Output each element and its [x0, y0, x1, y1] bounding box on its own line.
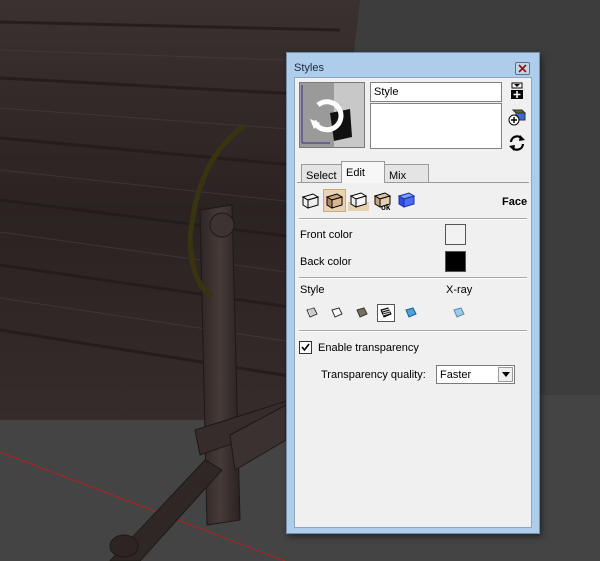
- hidden-line-icon: [331, 307, 343, 318]
- face-settings-icon: [325, 193, 344, 209]
- xray-button[interactable]: [450, 304, 468, 322]
- tab-edit-label: Edit: [346, 167, 365, 179]
- edge-settings-button[interactable]: [299, 189, 322, 212]
- tab-divider: [297, 182, 529, 183]
- wireframe-icon: [306, 307, 318, 318]
- xray-label: X-ray: [446, 284, 473, 296]
- create-new-style-icon[interactable]: [508, 82, 526, 100]
- tab-edit[interactable]: Edit: [341, 161, 385, 183]
- shaded-with-textures-icon: [380, 307, 392, 318]
- hidden-line-button[interactable]: [328, 304, 346, 322]
- svg-text:ok: ok: [381, 203, 391, 211]
- shaded-button[interactable]: [353, 304, 371, 322]
- styles-window: Styles Style Select Edit Mix ok Face Fro…: [286, 52, 540, 534]
- edge-settings-icon: [301, 193, 320, 209]
- face-settings-button[interactable]: [323, 189, 346, 212]
- divider: [299, 277, 527, 279]
- shaded-icon: [356, 307, 368, 318]
- dropdown-button[interactable]: [498, 367, 513, 382]
- front-color-label: Front color: [300, 229, 353, 241]
- front-color-swatch[interactable]: [445, 224, 466, 245]
- refresh-icon[interactable]: [508, 134, 526, 152]
- watermark-settings-icon: ok: [373, 192, 392, 212]
- close-button[interactable]: [515, 62, 530, 75]
- transparency-quality-value: Faster: [440, 369, 472, 381]
- modeling-settings-icon: [397, 192, 416, 208]
- divider: [299, 218, 527, 220]
- style-name-input[interactable]: [370, 82, 502, 102]
- divider: [299, 330, 527, 332]
- modeling-settings-button[interactable]: [395, 189, 418, 212]
- tab-mix[interactable]: Mix: [384, 164, 429, 183]
- style-label: Style: [300, 284, 325, 296]
- window-title: Styles: [294, 62, 324, 74]
- enable-transparency-checkbox[interactable]: [299, 341, 312, 354]
- section-title: Face: [502, 196, 528, 208]
- update-style-with-changes-icon[interactable]: [508, 108, 526, 126]
- tab-mix-label: Mix: [389, 170, 407, 182]
- watermark-settings-button[interactable]: ok: [371, 189, 394, 212]
- style-description-field[interactable]: [370, 103, 502, 149]
- checkmark-icon: [301, 343, 310, 352]
- background-settings-button[interactable]: [347, 189, 370, 212]
- wireframe-button[interactable]: [303, 304, 321, 322]
- shaded-using-all-same-button[interactable]: [402, 304, 420, 322]
- styles-panel: Select Edit Mix: [294, 77, 532, 528]
- enable-transparency-label: Enable transparency: [318, 342, 419, 354]
- background-settings-icon: [348, 192, 369, 211]
- back-color-swatch[interactable]: [445, 251, 466, 272]
- back-color-label: Back color: [300, 256, 352, 268]
- chevron-down-icon: [502, 372, 510, 377]
- tab-select-label: Select: [306, 170, 337, 182]
- style-preview[interactable]: [299, 82, 365, 148]
- transparency-quality-select[interactable]: Faster: [436, 365, 515, 384]
- xray-icon: [453, 307, 465, 318]
- shaded-using-all-same-icon: [405, 307, 417, 318]
- transparency-quality-label: Transparency quality:: [321, 369, 426, 381]
- close-icon: [518, 64, 527, 73]
- title-bar[interactable]: Styles: [287, 53, 539, 77]
- shaded-with-textures-button[interactable]: [377, 304, 395, 322]
- tab-select[interactable]: Select: [301, 164, 343, 183]
